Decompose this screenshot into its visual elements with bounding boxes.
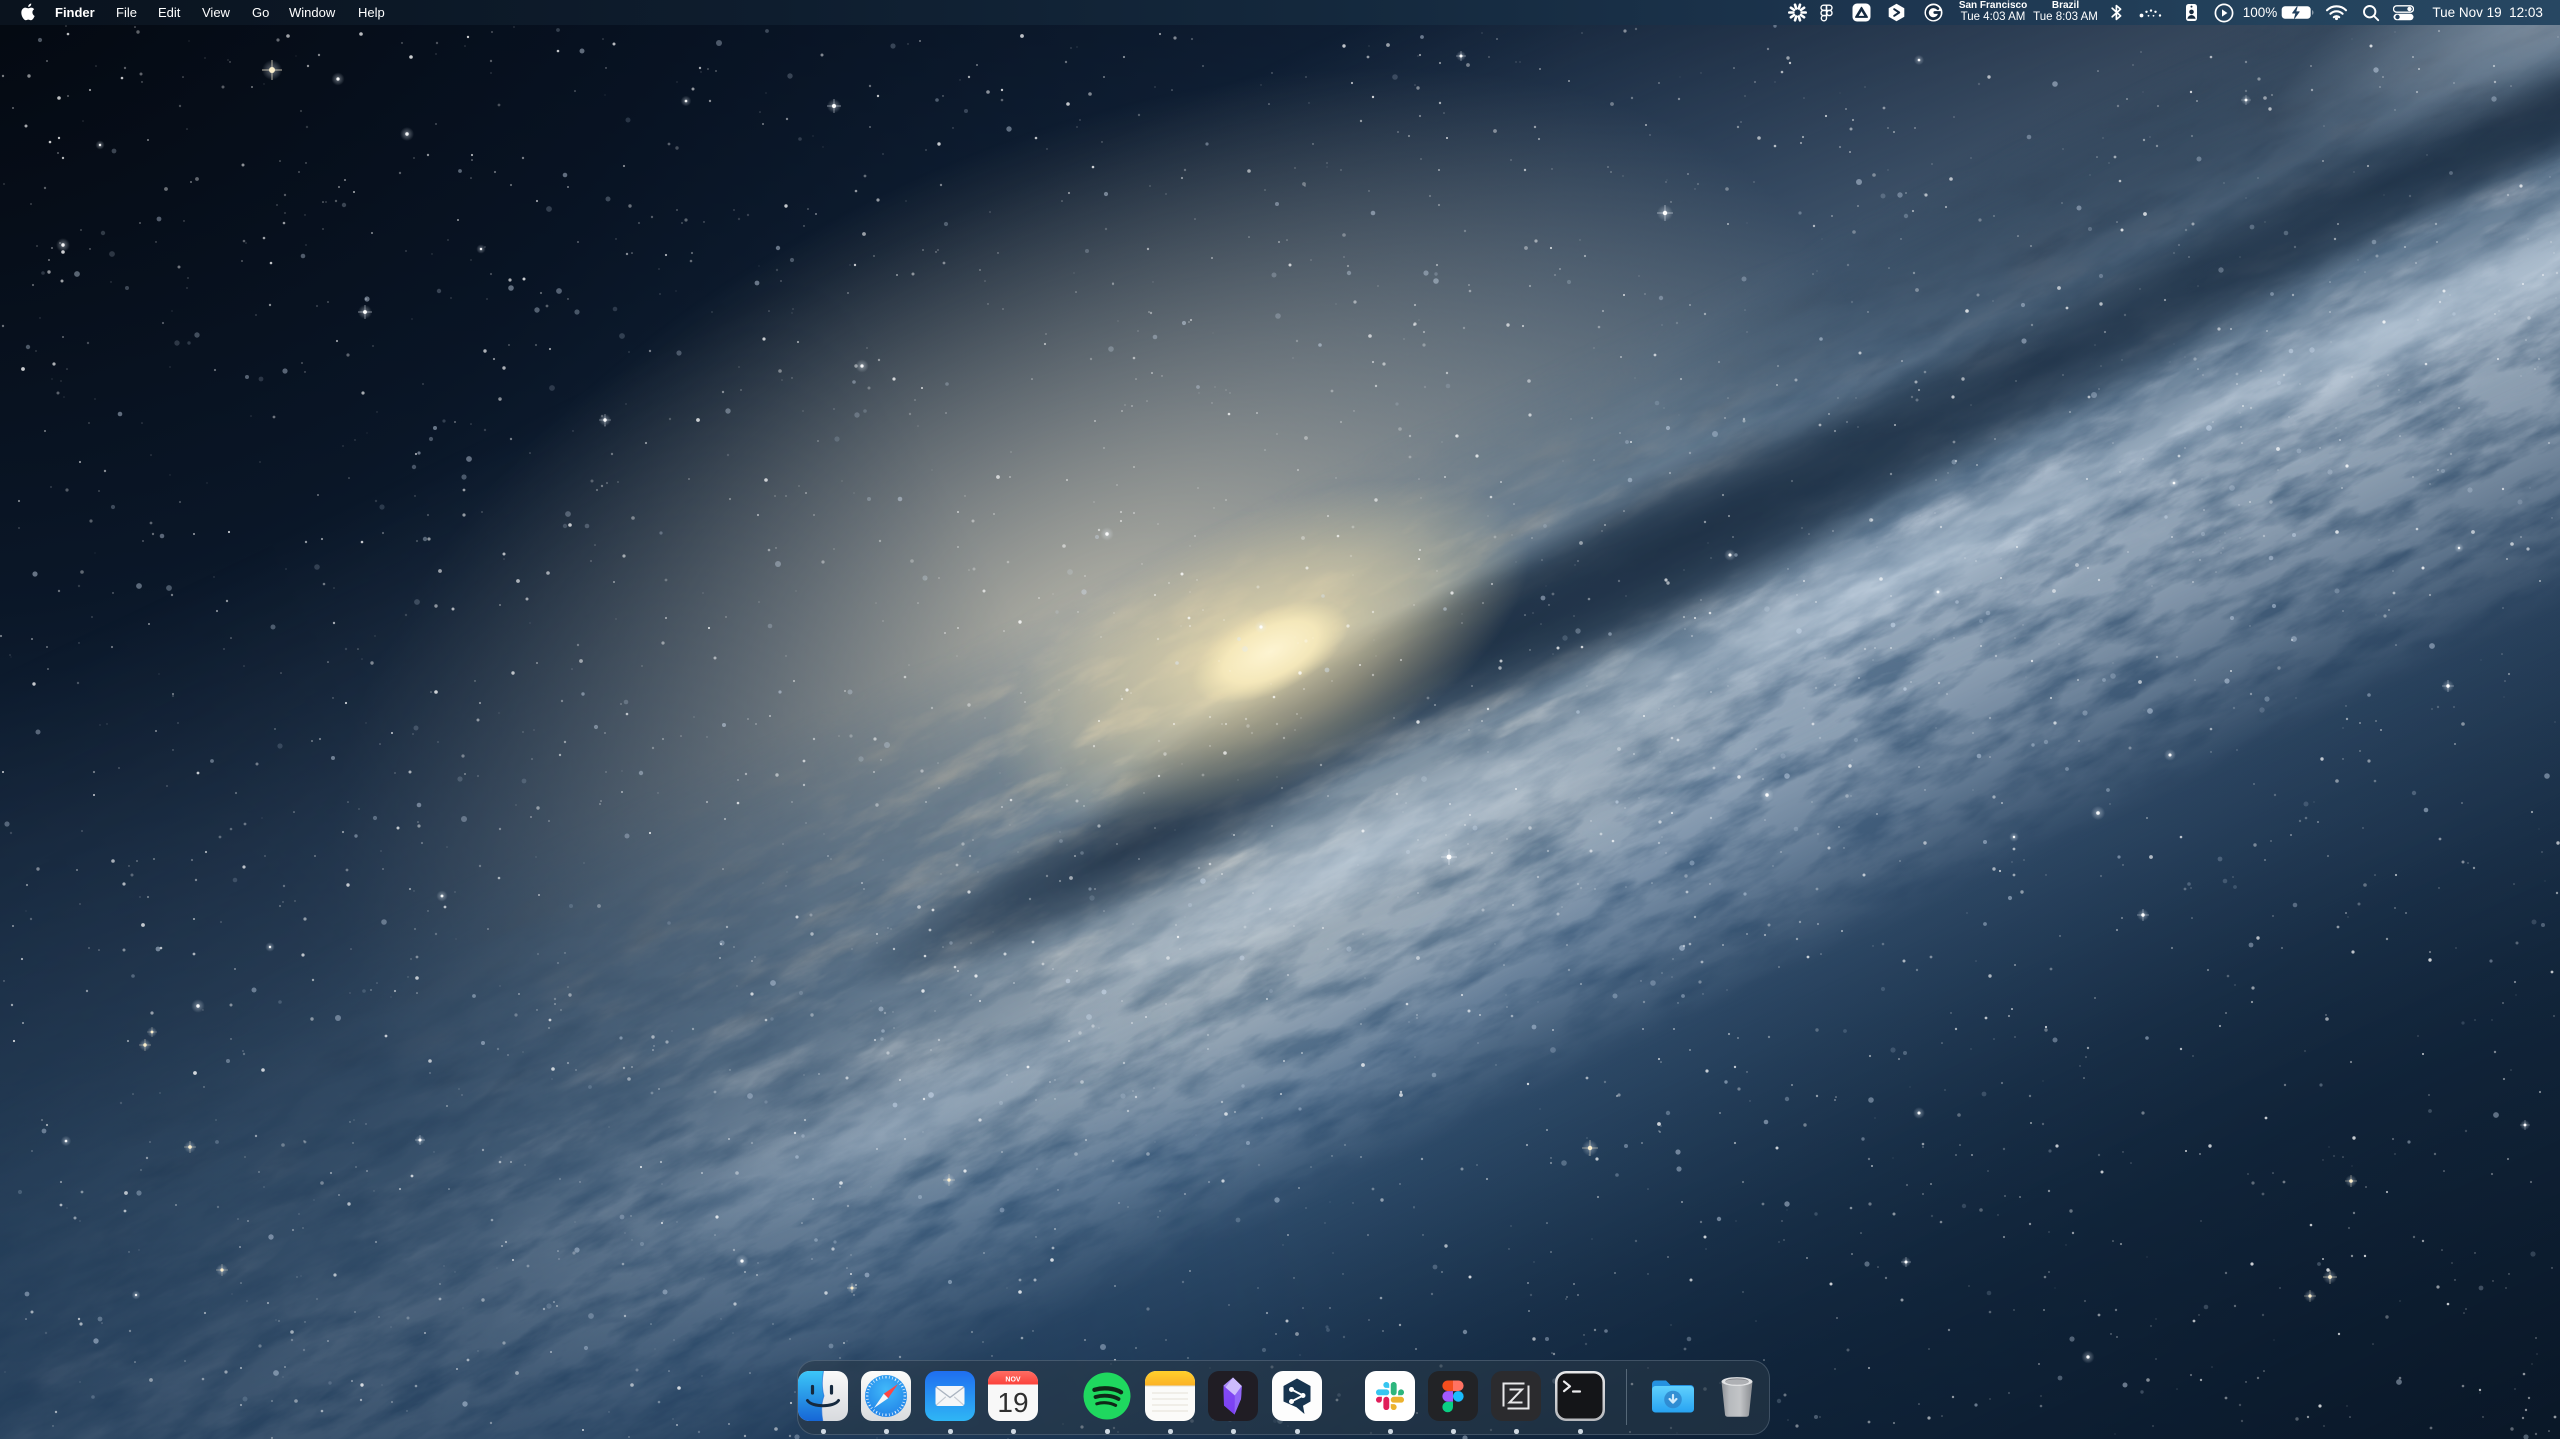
svg-text:NOV: NOV <box>1005 1377 1021 1384</box>
svg-text:19: 19 <box>997 1387 1028 1418</box>
